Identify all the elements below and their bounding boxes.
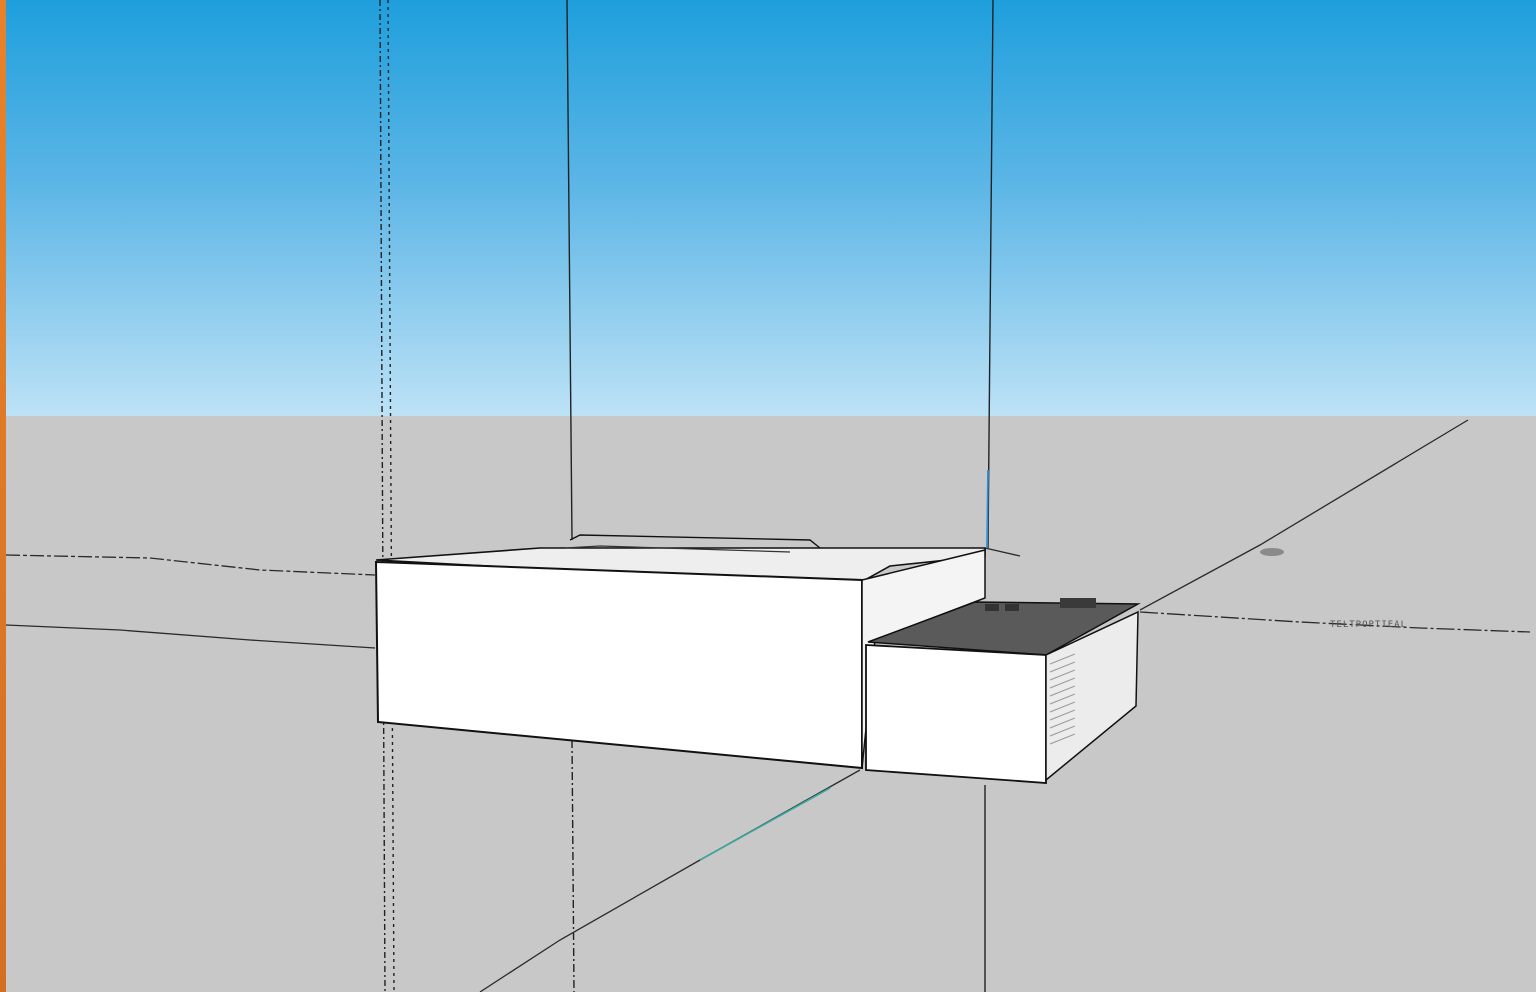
- guide-line-center: [566, 0, 573, 541]
- secondary-box-vent-3: [1060, 598, 1096, 608]
- main-box-front-face: [374, 560, 863, 770]
- secondary-box-vent-2: [1005, 604, 1019, 611]
- secondary-box-front-face: [865, 644, 1047, 784]
- vertical-guides: [379, 0, 994, 992]
- diagonal-line-far: [1139, 419, 1469, 611]
- guide-line-left: [379, 0, 386, 992]
- overlay-label: TELTPOPTIEAL: [1330, 620, 1408, 630]
- guide-line-center-lower: [571, 739, 575, 992]
- scene-geometry[interactable]: [0, 0, 1536, 992]
- ground-line-mid: [984, 547, 1021, 557]
- 3d-viewport[interactable]: TELTPOPTIEAL: [0, 0, 1536, 992]
- diagonal-accent: [699, 787, 831, 861]
- guide-line-right: [987, 0, 994, 549]
- ground-mark: [1260, 548, 1284, 556]
- vertical-accent: [986, 469, 989, 549]
- ground-line-upper-left: [5, 554, 376, 576]
- guide-line-left-inner: [387, 0, 395, 992]
- secondary-box-vent-1: [985, 604, 999, 611]
- ground-line-lower-left: [5, 624, 376, 649]
